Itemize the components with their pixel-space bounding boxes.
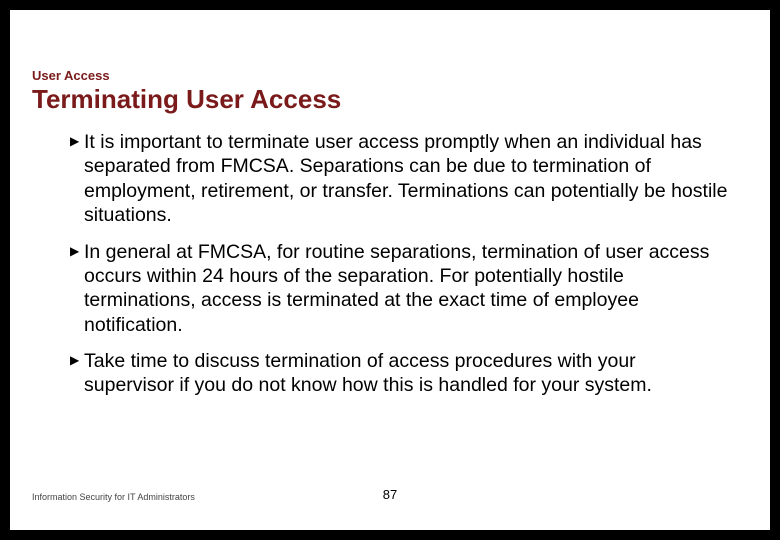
bullet-text: Take time to discuss termination of acce…	[84, 350, 652, 396]
body-text: ▶ It is important to terminate user acce…	[70, 130, 730, 410]
bullet-arrow-icon: ▶	[70, 134, 79, 149]
footer-left: Information Security for IT Administrato…	[32, 492, 195, 502]
section-label: User Access	[32, 68, 110, 83]
slide-title: Terminating User Access	[32, 84, 341, 115]
bullet-item: ▶ It is important to terminate user acce…	[70, 130, 730, 228]
bullet-text: In general at FMCSA, for routine separat…	[84, 241, 709, 336]
bullet-text: It is important to terminate user access…	[84, 131, 727, 226]
slide: User Access Terminating User Access ▶ It…	[10, 10, 770, 530]
bullet-arrow-icon: ▶	[70, 353, 79, 368]
bullet-arrow-icon: ▶	[70, 244, 79, 259]
bullet-item: ▶ Take time to discuss termination of ac…	[70, 349, 730, 398]
bullet-item: ▶ In general at FMCSA, for routine separ…	[70, 240, 730, 338]
page-number: 87	[383, 487, 397, 502]
